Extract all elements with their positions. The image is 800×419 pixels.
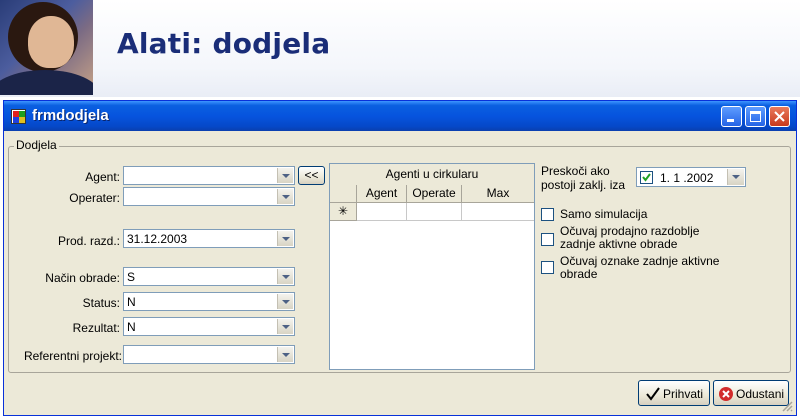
chevron-down-icon[interactable] <box>277 231 293 246</box>
preskoci-label: Preskoči ako postoji zaklj. iza <box>541 164 625 192</box>
ocuvaj-oznake-line2: obrade <box>560 267 598 281</box>
minimize-button[interactable] <box>721 106 742 127</box>
preskoci-label-line1: Preskoči ako <box>541 164 610 178</box>
column-header-agent[interactable]: Agent <box>357 185 407 203</box>
window-title: frmdodjela <box>32 107 109 124</box>
groupbox-label: Dodjela <box>14 138 59 152</box>
status-value: N <box>127 295 136 309</box>
column-header-max[interactable]: Max <box>462 185 534 203</box>
chevron-down-icon[interactable] <box>277 319 293 334</box>
ref-projekt-combo[interactable] <box>123 345 295 364</box>
ocuvaj-oznake-label: Očuvaj oznake zadnje aktivne obrade <box>560 255 719 281</box>
chevron-down-icon[interactable] <box>277 269 293 284</box>
cancel-button[interactable]: Odustani <box>713 380 789 406</box>
ocuvaj-razdoblje-line2: zadnje aktivne obrade <box>560 237 678 251</box>
prod-razd-combo[interactable]: 31.12.2003 <box>123 229 295 248</box>
cancel-button-label: Odustani <box>736 387 785 401</box>
agent-combo[interactable] <box>123 166 295 185</box>
checkmark-icon <box>642 173 651 182</box>
maximize-button[interactable] <box>745 106 766 127</box>
app-icon[interactable] <box>11 109 26 124</box>
close-icon <box>774 111 785 122</box>
table-cell[interactable] <box>357 203 407 221</box>
ocuvaj-razdoblje-label: Očuvaj prodajno razdoblje zadnje aktivne… <box>560 225 699 251</box>
checkmark-icon <box>646 387 660 401</box>
agent-label: Agent: <box>85 170 120 184</box>
resize-grip-icon[interactable] <box>781 400 793 412</box>
preskoci-checkbox[interactable] <box>640 171 653 184</box>
chevron-down-icon[interactable] <box>277 168 293 183</box>
rezultat-label: Rezultat: <box>72 321 120 335</box>
accept-button[interactable]: Prihvati <box>638 380 710 406</box>
chevron-down-icon[interactable] <box>727 169 744 185</box>
operater-combo[interactable] <box>123 187 295 206</box>
operater-label: Operater: <box>69 191 120 205</box>
chevron-down-icon[interactable] <box>277 294 293 309</box>
header-photo <box>0 0 93 95</box>
close-window-button[interactable] <box>769 106 790 127</box>
dialog-window: frmdodjela Dodjela Agent: << Operater: P… <box>3 100 797 416</box>
cancel-icon <box>719 387 733 401</box>
table-cell[interactable] <box>462 203 534 221</box>
grid-title: Agenti u cirkularu <box>330 164 534 186</box>
preskoci-date-value: 1. 1 .2002 <box>660 171 714 185</box>
preskoci-label-line2: postoji zaklj. iza <box>541 178 626 192</box>
ocuvaj-oznake-checkbox[interactable] <box>541 261 554 274</box>
minimize-icon <box>727 119 734 122</box>
maximize-icon <box>750 111 761 122</box>
window-titlebar[interactable]: frmdodjela <box>4 101 796 131</box>
table-cell[interactable] <box>407 203 462 221</box>
preskoci-date-picker[interactable]: 1. 1 .2002 <box>636 167 746 187</box>
new-row-marker: ✳ <box>330 203 357 221</box>
samo-simulacija-label: Samo simulacija <box>560 207 648 221</box>
nacin-obrade-value: S <box>127 270 136 284</box>
nacin-obrade-combo[interactable]: S <box>123 267 295 286</box>
rezultat-value: N <box>127 320 136 334</box>
column-header-operate[interactable]: Operate <box>407 185 462 203</box>
status-combo[interactable]: N <box>123 292 295 311</box>
chevron-down-icon[interactable] <box>277 347 293 362</box>
ocuvaj-razdoblje-checkbox[interactable] <box>541 233 554 246</box>
add-agent-button[interactable]: << <box>298 166 325 185</box>
accept-button-label: Prihvati <box>663 387 704 401</box>
slide-header: Alati: dodjela <box>0 0 800 97</box>
agents-grid[interactable]: Agenti u cirkularu Agent Operate Max ✳ <box>329 163 535 370</box>
ref-projekt-label: Referentni projekt: <box>23 349 122 363</box>
samo-simulacija-checkbox[interactable] <box>541 208 554 221</box>
rezultat-combo[interactable]: N <box>123 317 295 336</box>
grid-row-header-corner <box>330 185 357 203</box>
prod-razd-label: Prod. razd.: <box>57 234 120 248</box>
slide-title: Alati: dodjela <box>117 27 331 60</box>
nacin-obrade-label: Način obrade: <box>45 271 120 285</box>
chevron-down-icon[interactable] <box>277 189 293 204</box>
prod-razd-value: 31.12.2003 <box>127 232 188 246</box>
status-label: Status: <box>82 296 120 310</box>
